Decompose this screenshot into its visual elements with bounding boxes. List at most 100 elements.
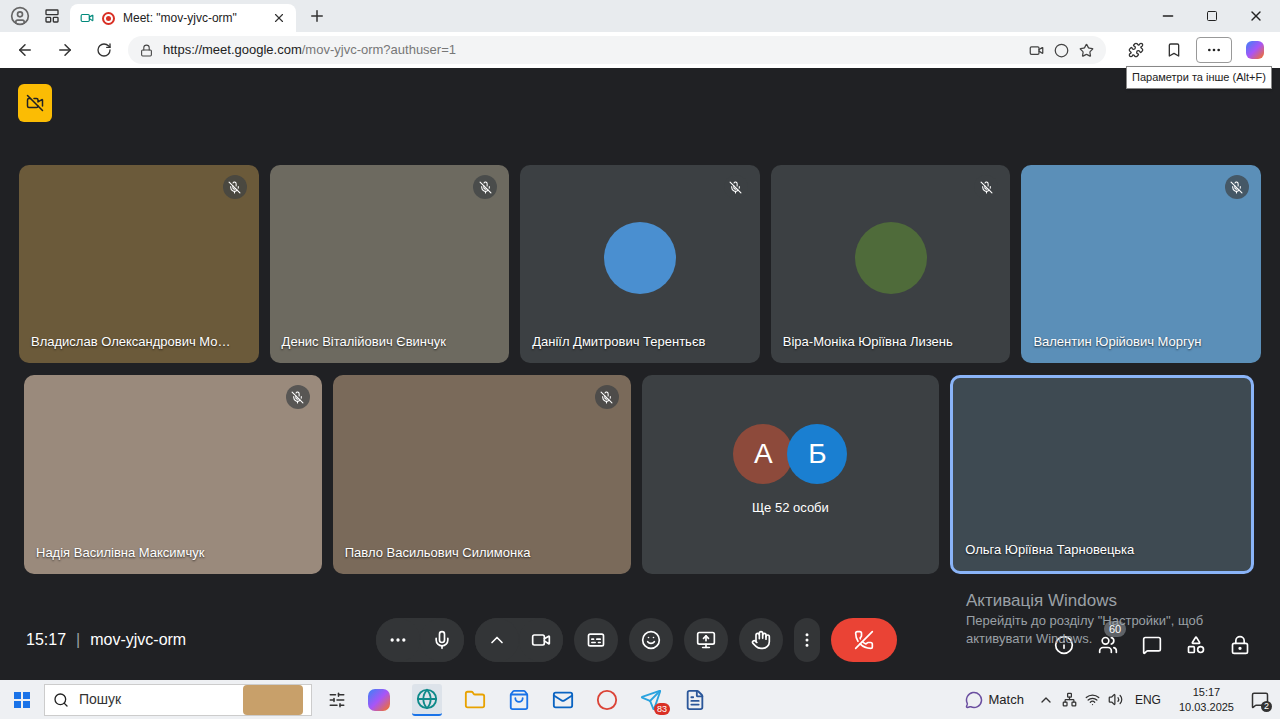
- search-box[interactable]: Пошук: [44, 684, 312, 716]
- activities-icon[interactable]: [1186, 635, 1206, 655]
- store-icon[interactable]: [508, 689, 530, 711]
- participant-name: Надія Василівна Максимчук: [36, 543, 312, 563]
- letter-avatar: А: [733, 424, 793, 484]
- captions-icon: [586, 630, 606, 650]
- toolbar: https://meet.google.com/mov-yjvc-orm?aut…: [0, 32, 1280, 68]
- meet-favicon: [80, 11, 94, 25]
- people-icon: [1098, 635, 1118, 655]
- more-options-button[interactable]: [794, 618, 820, 662]
- participant-tile[interactable]: Надія Василівна Максимчук: [24, 375, 322, 574]
- profile-icon[interactable]: [10, 6, 30, 26]
- close-window-icon[interactable]: [1248, 8, 1264, 24]
- captions-button[interactable]: [574, 618, 618, 662]
- favorite-icon[interactable]: [1079, 43, 1094, 58]
- favorites-icon[interactable]: [1166, 42, 1182, 58]
- address-field[interactable]: https://meet.google.com/mov-yjvc-orm?aut…: [128, 36, 1106, 64]
- chrome-icon[interactable]: [596, 689, 618, 711]
- muted-indicator: [595, 385, 619, 409]
- maximize-icon[interactable]: [1206, 10, 1218, 22]
- widget[interactable]: Match: [965, 690, 1024, 710]
- camera-button[interactable]: [519, 618, 563, 662]
- mic-off-icon: [729, 181, 742, 194]
- search-icon: [53, 692, 69, 708]
- mic-button[interactable]: [420, 618, 464, 662]
- browser-tab[interactable]: Meet: "mov-yjvc-orm": [70, 4, 296, 32]
- settings-button[interactable]: [1196, 37, 1232, 63]
- task-view-icon[interactable]: [328, 691, 346, 709]
- recording-icon: [102, 12, 115, 25]
- start-icon[interactable]: [14, 692, 30, 708]
- copilot-icon[interactable]: [1246, 41, 1264, 59]
- notification-count: 2: [1261, 701, 1272, 712]
- raise-hand-icon: [751, 630, 771, 650]
- more-vertical-icon: [798, 631, 816, 649]
- watermark-line: активувати Windows.: [966, 630, 1203, 648]
- minimize-icon[interactable]: [1160, 8, 1176, 24]
- edge-app[interactable]: [412, 684, 442, 716]
- new-tab-icon[interactable]: [308, 7, 326, 25]
- participant-tile[interactable]: Даніїл Дмитрович Терентьєв: [520, 165, 760, 363]
- copilot-app-icon[interactable]: [368, 689, 390, 711]
- mic-off-icon: [228, 181, 241, 194]
- chat-icon[interactable]: [1142, 635, 1162, 655]
- people-button[interactable]: 60: [1098, 635, 1118, 655]
- host-controls-icon[interactable]: [1230, 635, 1250, 655]
- mic-off-icon: [600, 391, 613, 404]
- participant-tile[interactable]: Віра-Моніка Юріївна Лизень: [771, 165, 1011, 363]
- more-people-label: Ще 52 особи: [752, 498, 829, 518]
- participant-tile[interactable]: Валентин Юрійович Моргун: [1021, 165, 1261, 363]
- outlook-icon[interactable]: [552, 689, 574, 711]
- video-off-badge[interactable]: [18, 84, 52, 122]
- more-icon: [1206, 42, 1222, 58]
- muted-indicator: [724, 175, 748, 199]
- back-icon[interactable]: [16, 41, 34, 59]
- meeting-code: mov-yjvc-orm: [90, 628, 186, 652]
- network-icon[interactable]: [1062, 692, 1077, 707]
- info-icon[interactable]: [1054, 635, 1074, 655]
- audio-options-button[interactable]: [376, 618, 420, 662]
- participant-name: Павло Васильович Силимонка: [345, 543, 621, 563]
- site-action-icon[interactable]: [1054, 43, 1069, 58]
- camera-group: [475, 618, 563, 662]
- site-info-icon[interactable]: [140, 44, 153, 57]
- raise-hand-button[interactable]: [739, 618, 783, 662]
- reactions-button[interactable]: [629, 618, 673, 662]
- clock-date: 10.03.2025: [1179, 700, 1234, 715]
- participant-tile[interactable]: АБЩе 52 особи: [642, 375, 940, 574]
- participant-tile[interactable]: Владислав Олександрович Мо…: [19, 165, 259, 363]
- watermark-line: Перейдіть до розділу "Настройки", щоб: [966, 612, 1203, 630]
- muted-indicator: [974, 175, 998, 199]
- reactions-icon: [641, 630, 661, 650]
- muted-indicator: [223, 175, 247, 199]
- present-button[interactable]: [684, 618, 728, 662]
- mic-icon: [432, 630, 452, 650]
- extensions-icon[interactable]: [1128, 42, 1144, 58]
- participant-tile[interactable]: Ольга Юріївна Тарновецька: [950, 375, 1254, 574]
- mic-off-icon: [479, 181, 492, 194]
- tray-overflow-icon[interactable]: [1038, 692, 1054, 708]
- language[interactable]: ENG: [1131, 691, 1165, 709]
- muted-indicator: [1225, 175, 1249, 199]
- match-icon: [965, 691, 983, 709]
- explorer-icon[interactable]: [464, 689, 486, 711]
- close-tab-icon[interactable]: [272, 11, 286, 25]
- word-icon[interactable]: [684, 689, 706, 711]
- clock[interactable]: 15:1710.03.2025: [1173, 685, 1240, 715]
- volume-icon[interactable]: [1108, 692, 1123, 707]
- wifi-icon[interactable]: [1085, 692, 1100, 707]
- mic-off-icon: [291, 391, 304, 404]
- meeting-time: 15:17: [26, 628, 66, 652]
- mic-off-icon: [980, 181, 993, 194]
- end-call-button[interactable]: [831, 618, 897, 662]
- screen: Meet: "mov-yjvc-orm" https://meet.google.…: [0, 0, 1280, 719]
- forward-icon[interactable]: [56, 41, 74, 59]
- camera-in-use-icon[interactable]: [1029, 43, 1044, 58]
- video-options-button[interactable]: [475, 618, 519, 662]
- refresh-icon[interactable]: [96, 42, 112, 58]
- telegram-app[interactable]: 83: [640, 689, 662, 711]
- participant-tile[interactable]: Павло Васильович Силимонка: [333, 375, 631, 574]
- notifications[interactable]: 2: [1248, 688, 1272, 712]
- tab-actions-icon[interactable]: [44, 8, 60, 24]
- tile-row: Владислав Олександрович Мо…Денис Віталій…: [0, 165, 1280, 363]
- participant-tile[interactable]: Денис Віталійович Євинчук: [270, 165, 510, 363]
